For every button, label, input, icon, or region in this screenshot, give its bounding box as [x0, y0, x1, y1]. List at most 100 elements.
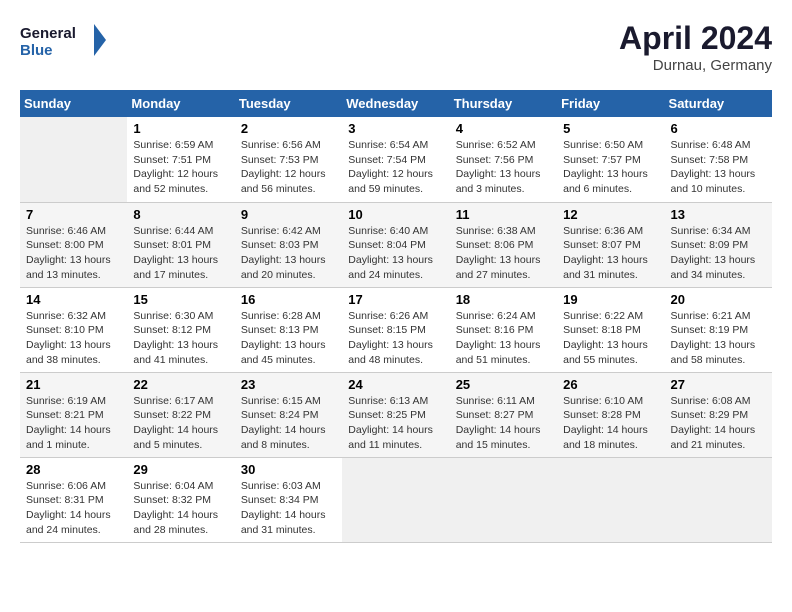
day-cell: 30 Sunrise: 6:03 AM Sunset: 8:34 PM Dayl…: [235, 457, 342, 542]
sunset-time: 8:24 PM: [279, 409, 318, 421]
day-cell: 22 Sunrise: 6:17 AM Sunset: 8:22 PM Dayl…: [127, 372, 234, 457]
sunrise-time: 6:15 AM: [282, 395, 321, 407]
sunset-label: Sunset:: [241, 154, 280, 166]
sunset-label: Sunset:: [241, 239, 280, 251]
sunset-label: Sunset:: [671, 154, 710, 166]
sunset-time: 8:28 PM: [602, 409, 641, 421]
sunrise-label: Sunrise:: [241, 310, 282, 322]
sunrise-time: 6:22 AM: [605, 310, 644, 322]
day-info: Sunrise: 6:11 AM Sunset: 8:27 PM Dayligh…: [456, 394, 551, 453]
sunrise-label: Sunrise:: [671, 310, 712, 322]
day-number: 8: [133, 207, 228, 222]
sunrise-time: 6:32 AM: [67, 310, 106, 322]
day-number: 27: [671, 377, 766, 392]
sunrise-label: Sunrise:: [671, 139, 712, 151]
sunrise-time: 6:26 AM: [390, 310, 429, 322]
day-number: 10: [348, 207, 443, 222]
day-number: 28: [26, 462, 121, 477]
day-info: Sunrise: 6:24 AM Sunset: 8:16 PM Dayligh…: [456, 309, 551, 368]
sunrise-time: 6:06 AM: [67, 480, 106, 492]
sunrise-label: Sunrise:: [26, 480, 67, 492]
sunrise-label: Sunrise:: [563, 225, 604, 237]
day-cell: 5 Sunrise: 6:50 AM Sunset: 7:57 PM Dayli…: [557, 117, 664, 202]
sunset-time: 7:53 PM: [279, 154, 318, 166]
week-row-4: 21 Sunrise: 6:19 AM Sunset: 8:21 PM Dayl…: [20, 372, 772, 457]
sunset-time: 7:56 PM: [494, 154, 533, 166]
day-cell: 3 Sunrise: 6:54 AM Sunset: 7:54 PM Dayli…: [342, 117, 449, 202]
day-info: Sunrise: 6:54 AM Sunset: 7:54 PM Dayligh…: [348, 138, 443, 197]
daylight-label: Daylight: 14 hours and 28 minutes.: [133, 509, 218, 536]
sunrise-time: 6:13 AM: [390, 395, 429, 407]
day-number: 25: [456, 377, 551, 392]
sunrise-label: Sunrise:: [348, 395, 389, 407]
sunset-time: 8:25 PM: [387, 409, 426, 421]
sunrise-time: 6:03 AM: [282, 480, 321, 492]
sunset-time: 8:15 PM: [387, 324, 426, 336]
sunrise-label: Sunrise:: [348, 225, 389, 237]
sunrise-time: 6:40 AM: [390, 225, 429, 237]
sunrise-label: Sunrise:: [241, 480, 282, 492]
sunrise-label: Sunrise:: [133, 310, 174, 322]
day-cell: 8 Sunrise: 6:44 AM Sunset: 8:01 PM Dayli…: [127, 202, 234, 287]
day-cell: 1 Sunrise: 6:59 AM Sunset: 7:51 PM Dayli…: [127, 117, 234, 202]
header-sunday: Sunday: [20, 90, 127, 117]
daylight-label: Daylight: 14 hours and 15 minutes.: [456, 424, 541, 451]
daylight-label: Daylight: 13 hours and 51 minutes.: [456, 339, 541, 366]
daylight-label: Daylight: 13 hours and 34 minutes.: [671, 254, 756, 281]
day-number: 3: [348, 121, 443, 136]
day-number: 26: [563, 377, 658, 392]
day-info: Sunrise: 6:44 AM Sunset: 8:01 PM Dayligh…: [133, 224, 228, 283]
day-cell: 29 Sunrise: 6:04 AM Sunset: 8:32 PM Dayl…: [127, 457, 234, 542]
calendar-table: SundayMondayTuesdayWednesdayThursdayFrid…: [20, 90, 772, 543]
day-info: Sunrise: 6:26 AM Sunset: 8:15 PM Dayligh…: [348, 309, 443, 368]
day-info: Sunrise: 6:38 AM Sunset: 8:06 PM Dayligh…: [456, 224, 551, 283]
daylight-label: Daylight: 12 hours and 52 minutes.: [133, 168, 218, 195]
daylight-label: Daylight: 13 hours and 48 minutes.: [348, 339, 433, 366]
sunset-time: 8:16 PM: [494, 324, 533, 336]
sunrise-label: Sunrise:: [348, 139, 389, 151]
day-number: 15: [133, 292, 228, 307]
week-row-3: 14 Sunrise: 6:32 AM Sunset: 8:10 PM Dayl…: [20, 287, 772, 372]
sunrise-time: 6:56 AM: [282, 139, 321, 151]
day-cell: [450, 457, 557, 542]
daylight-label: Daylight: 12 hours and 56 minutes.: [241, 168, 326, 195]
sunset-label: Sunset:: [671, 239, 710, 251]
sunset-time: 7:54 PM: [387, 154, 426, 166]
day-info: Sunrise: 6:48 AM Sunset: 7:58 PM Dayligh…: [671, 138, 766, 197]
day-info: Sunrise: 6:10 AM Sunset: 8:28 PM Dayligh…: [563, 394, 658, 453]
sunrise-label: Sunrise:: [456, 310, 497, 322]
daylight-label: Daylight: 13 hours and 20 minutes.: [241, 254, 326, 281]
sunset-time: 8:09 PM: [709, 239, 748, 251]
day-info: Sunrise: 6:50 AM Sunset: 7:57 PM Dayligh…: [563, 138, 658, 197]
sunset-time: 8:18 PM: [602, 324, 641, 336]
day-number: 24: [348, 377, 443, 392]
sunrise-time: 6:10 AM: [605, 395, 644, 407]
sunrise-label: Sunrise:: [563, 139, 604, 151]
sunrise-time: 6:28 AM: [282, 310, 321, 322]
week-row-1: 1 Sunrise: 6:59 AM Sunset: 7:51 PM Dayli…: [20, 117, 772, 202]
day-number: 23: [241, 377, 336, 392]
day-number: 12: [563, 207, 658, 222]
day-cell: 15 Sunrise: 6:30 AM Sunset: 8:12 PM Dayl…: [127, 287, 234, 372]
page-header: General Blue April 2024 Durnau, Germany: [20, 20, 772, 74]
sunset-time: 8:19 PM: [709, 324, 748, 336]
calendar-header-row: SundayMondayTuesdayWednesdayThursdayFrid…: [20, 90, 772, 117]
sunrise-label: Sunrise:: [671, 395, 712, 407]
day-number: 22: [133, 377, 228, 392]
sunset-label: Sunset:: [133, 324, 172, 336]
sunset-time: 8:01 PM: [172, 239, 211, 251]
day-info: Sunrise: 6:52 AM Sunset: 7:56 PM Dayligh…: [456, 138, 551, 197]
daylight-label: Daylight: 14 hours and 11 minutes.: [348, 424, 433, 451]
daylight-label: Daylight: 12 hours and 59 minutes.: [348, 168, 433, 195]
sunset-time: 8:27 PM: [494, 409, 533, 421]
sunrise-time: 6:34 AM: [712, 225, 751, 237]
sunrise-label: Sunrise:: [241, 139, 282, 151]
day-number: 29: [133, 462, 228, 477]
sunrise-label: Sunrise:: [348, 310, 389, 322]
day-cell: 19 Sunrise: 6:22 AM Sunset: 8:18 PM Dayl…: [557, 287, 664, 372]
day-info: Sunrise: 6:13 AM Sunset: 8:25 PM Dayligh…: [348, 394, 443, 453]
daylight-label: Daylight: 13 hours and 17 minutes.: [133, 254, 218, 281]
sunrise-time: 6:24 AM: [497, 310, 536, 322]
sunset-label: Sunset:: [348, 239, 387, 251]
sunset-label: Sunset:: [133, 239, 172, 251]
